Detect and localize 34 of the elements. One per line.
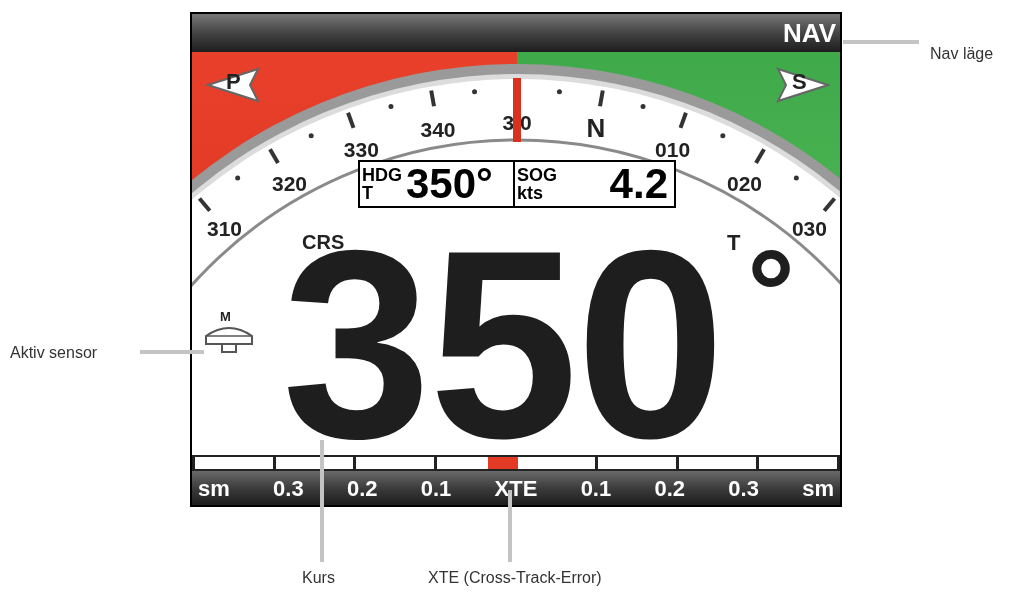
callout-text: Kurs [302, 568, 335, 588]
scale-label: 340 [420, 117, 456, 141]
xte-label: 0.1 [420, 478, 452, 500]
scale-label: 310 [207, 217, 243, 241]
scale-label: 3 0 [502, 111, 532, 134]
gps-antenna-icon [204, 324, 254, 354]
xte-label: 0.2 [654, 478, 686, 500]
speed-value: 4.2 [609, 163, 668, 205]
scale-label: 320 [272, 171, 307, 195]
scale-label: 020 [727, 171, 762, 195]
sensor-mode-label: M [220, 310, 231, 323]
callout-text: Nav läge [930, 44, 994, 64]
xte-label: sm [198, 478, 230, 500]
heading-reference: T [362, 184, 374, 202]
xte-label: 0.1 [580, 478, 612, 500]
side-letter: S [792, 71, 807, 93]
xte-label: 0.3 [273, 478, 304, 500]
callout-text: Aktiv sensor [10, 343, 98, 363]
mode-label: NAV [783, 20, 836, 46]
xte-label: 0.3 [728, 478, 759, 500]
scale-label: 010 [655, 138, 691, 162]
speed-unit: kts [517, 184, 544, 202]
side-letter: P [226, 71, 241, 93]
xte-label: 0.2 [346, 478, 378, 500]
xte-label: XTE [494, 478, 538, 500]
speed-label: SOG [517, 166, 557, 184]
scale-label: 330 [343, 138, 379, 162]
scale-label: N [586, 112, 606, 143]
heading-value: 350° [406, 163, 493, 205]
scale-label: 030 [791, 217, 827, 241]
callout-text: XTE (Cross-Track-Error) [428, 568, 602, 588]
xte-label: sm [802, 478, 834, 500]
reference-label: T [727, 232, 741, 254]
heading-label: HDG [362, 166, 402, 184]
